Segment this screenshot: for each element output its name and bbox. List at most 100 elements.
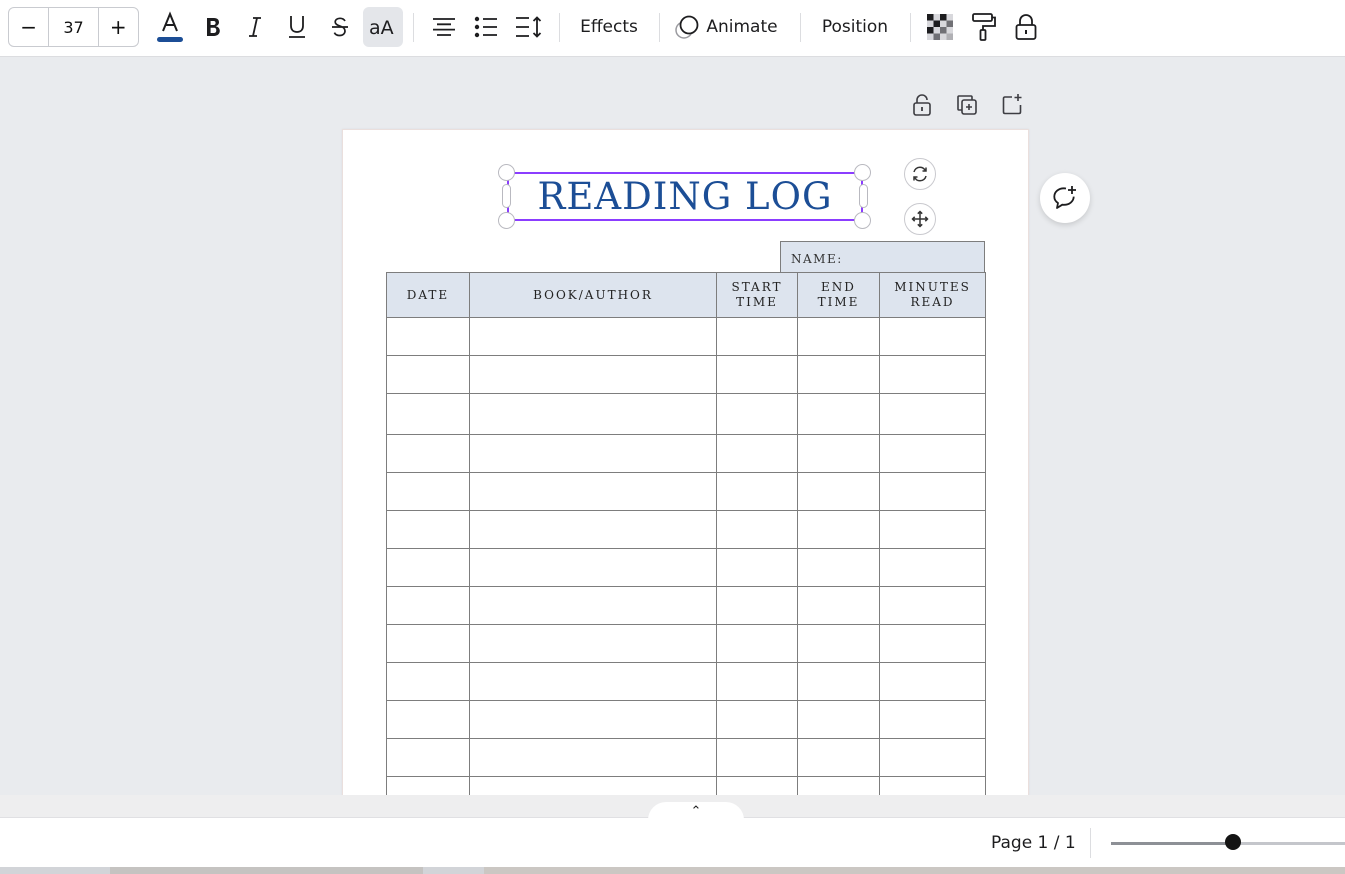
reading-log-table: DATE BOOK/AUTHOR START TIME END TIME MINUT… xyxy=(386,272,986,815)
zoom-slider-thumb[interactable] xyxy=(1225,834,1241,850)
position-button[interactable]: Position xyxy=(810,7,900,47)
rotate-button[interactable] xyxy=(904,158,936,190)
table-cell[interactable] xyxy=(797,472,880,511)
table-cell[interactable] xyxy=(469,393,717,435)
animate-button[interactable]: Animate xyxy=(670,7,790,47)
table-cell[interactable] xyxy=(716,738,798,777)
bold-button[interactable] xyxy=(194,7,232,47)
table-cell[interactable] xyxy=(879,700,986,739)
move-icon xyxy=(911,210,929,228)
table-cell[interactable] xyxy=(716,624,798,663)
table-cell[interactable] xyxy=(386,586,470,625)
table-cell[interactable] xyxy=(716,355,798,394)
table-cell[interactable] xyxy=(797,317,880,356)
strikethrough-button[interactable] xyxy=(321,7,359,47)
transparency-button[interactable] xyxy=(920,7,960,47)
table-cell[interactable] xyxy=(716,548,798,587)
table-cell[interactable] xyxy=(469,700,717,739)
table-cell[interactable] xyxy=(716,393,798,435)
page-counter[interactable]: Page 1 / 1 xyxy=(991,833,1076,853)
title-text-selection[interactable]: READING LOG xyxy=(507,172,863,221)
table-cell[interactable] xyxy=(716,700,798,739)
duplicate-page-button[interactable] xyxy=(953,91,981,119)
resize-handle-bottom-left[interactable] xyxy=(498,212,515,229)
table-cell[interactable] xyxy=(797,355,880,394)
table-cell[interactable] xyxy=(716,586,798,625)
add-page-button[interactable] xyxy=(998,90,1026,118)
table-cell[interactable] xyxy=(797,510,880,549)
table-cell[interactable] xyxy=(469,355,717,394)
toolbar-divider xyxy=(659,13,660,42)
underline-button[interactable] xyxy=(278,7,316,47)
bullet-list-button[interactable] xyxy=(466,7,506,47)
table-cell[interactable] xyxy=(797,434,880,473)
table-cell[interactable] xyxy=(716,434,798,473)
table-cell[interactable] xyxy=(716,317,798,356)
table-cell[interactable] xyxy=(879,586,986,625)
table-cell[interactable] xyxy=(879,510,986,549)
table-cell[interactable] xyxy=(386,662,470,701)
expand-pages-button[interactable]: ⌃ xyxy=(648,802,744,820)
table-cell[interactable] xyxy=(797,586,880,625)
copy-style-button[interactable] xyxy=(964,7,1004,47)
table-cell[interactable] xyxy=(797,700,880,739)
add-comment-button[interactable] xyxy=(1040,173,1090,223)
italic-button[interactable] xyxy=(236,7,274,47)
lock-page-button[interactable] xyxy=(908,91,936,119)
table-cell[interactable] xyxy=(797,738,880,777)
table-cell[interactable] xyxy=(386,317,470,356)
table-cell[interactable] xyxy=(469,317,717,356)
table-cell[interactable] xyxy=(386,738,470,777)
table-cell[interactable] xyxy=(386,624,470,663)
text-align-button[interactable] xyxy=(424,7,464,47)
toolbar-divider xyxy=(413,13,414,42)
move-button[interactable] xyxy=(904,203,936,235)
font-size-decrease-button[interactable]: − xyxy=(9,8,48,46)
resize-handle-top-right[interactable] xyxy=(854,164,871,181)
table-cell[interactable] xyxy=(797,548,880,587)
table-cell[interactable] xyxy=(386,393,470,435)
table-cell[interactable] xyxy=(879,662,986,701)
text-color-button[interactable] xyxy=(151,7,189,47)
resize-handle-left[interactable] xyxy=(502,184,511,208)
table-cell[interactable] xyxy=(469,548,717,587)
table-cell[interactable] xyxy=(879,548,986,587)
table-cell[interactable] xyxy=(797,624,880,663)
resize-handle-right[interactable] xyxy=(859,184,868,208)
table-cell[interactable] xyxy=(716,472,798,511)
table-cell[interactable] xyxy=(469,738,717,777)
effects-button[interactable]: Effects xyxy=(570,7,648,47)
table-cell[interactable] xyxy=(386,472,470,511)
table-cell[interactable] xyxy=(469,586,717,625)
table-cell[interactable] xyxy=(879,393,986,435)
table-cell[interactable] xyxy=(879,355,986,394)
lock-button[interactable] xyxy=(1006,7,1046,47)
font-size-input[interactable]: 37 xyxy=(48,8,99,46)
table-cell[interactable] xyxy=(879,434,986,473)
table-cell[interactable] xyxy=(469,472,717,511)
letter-case-button[interactable]: aA xyxy=(363,7,403,47)
table-cell[interactable] xyxy=(386,548,470,587)
table-cell[interactable] xyxy=(386,355,470,394)
effects-label: Effects xyxy=(580,17,638,37)
table-cell[interactable] xyxy=(797,662,880,701)
table-cell[interactable] xyxy=(469,434,717,473)
table-cell[interactable] xyxy=(879,738,986,777)
table-cell[interactable] xyxy=(386,434,470,473)
table-cell[interactable] xyxy=(879,472,986,511)
font-size-increase-button[interactable]: + xyxy=(99,8,138,46)
resize-handle-top-left[interactable] xyxy=(498,164,515,181)
resize-handle-bottom-right[interactable] xyxy=(854,212,871,229)
table-cell[interactable] xyxy=(469,662,717,701)
table-cell[interactable] xyxy=(716,662,798,701)
table-cell[interactable] xyxy=(797,393,880,435)
table-cell[interactable] xyxy=(879,317,986,356)
table-cell[interactable] xyxy=(469,624,717,663)
table-cell[interactable] xyxy=(386,510,470,549)
document-title[interactable]: READING LOG xyxy=(509,174,861,219)
line-spacing-button[interactable] xyxy=(508,7,550,47)
table-cell[interactable] xyxy=(879,624,986,663)
table-cell[interactable] xyxy=(469,510,717,549)
table-cell[interactable] xyxy=(386,700,470,739)
table-cell[interactable] xyxy=(716,510,798,549)
